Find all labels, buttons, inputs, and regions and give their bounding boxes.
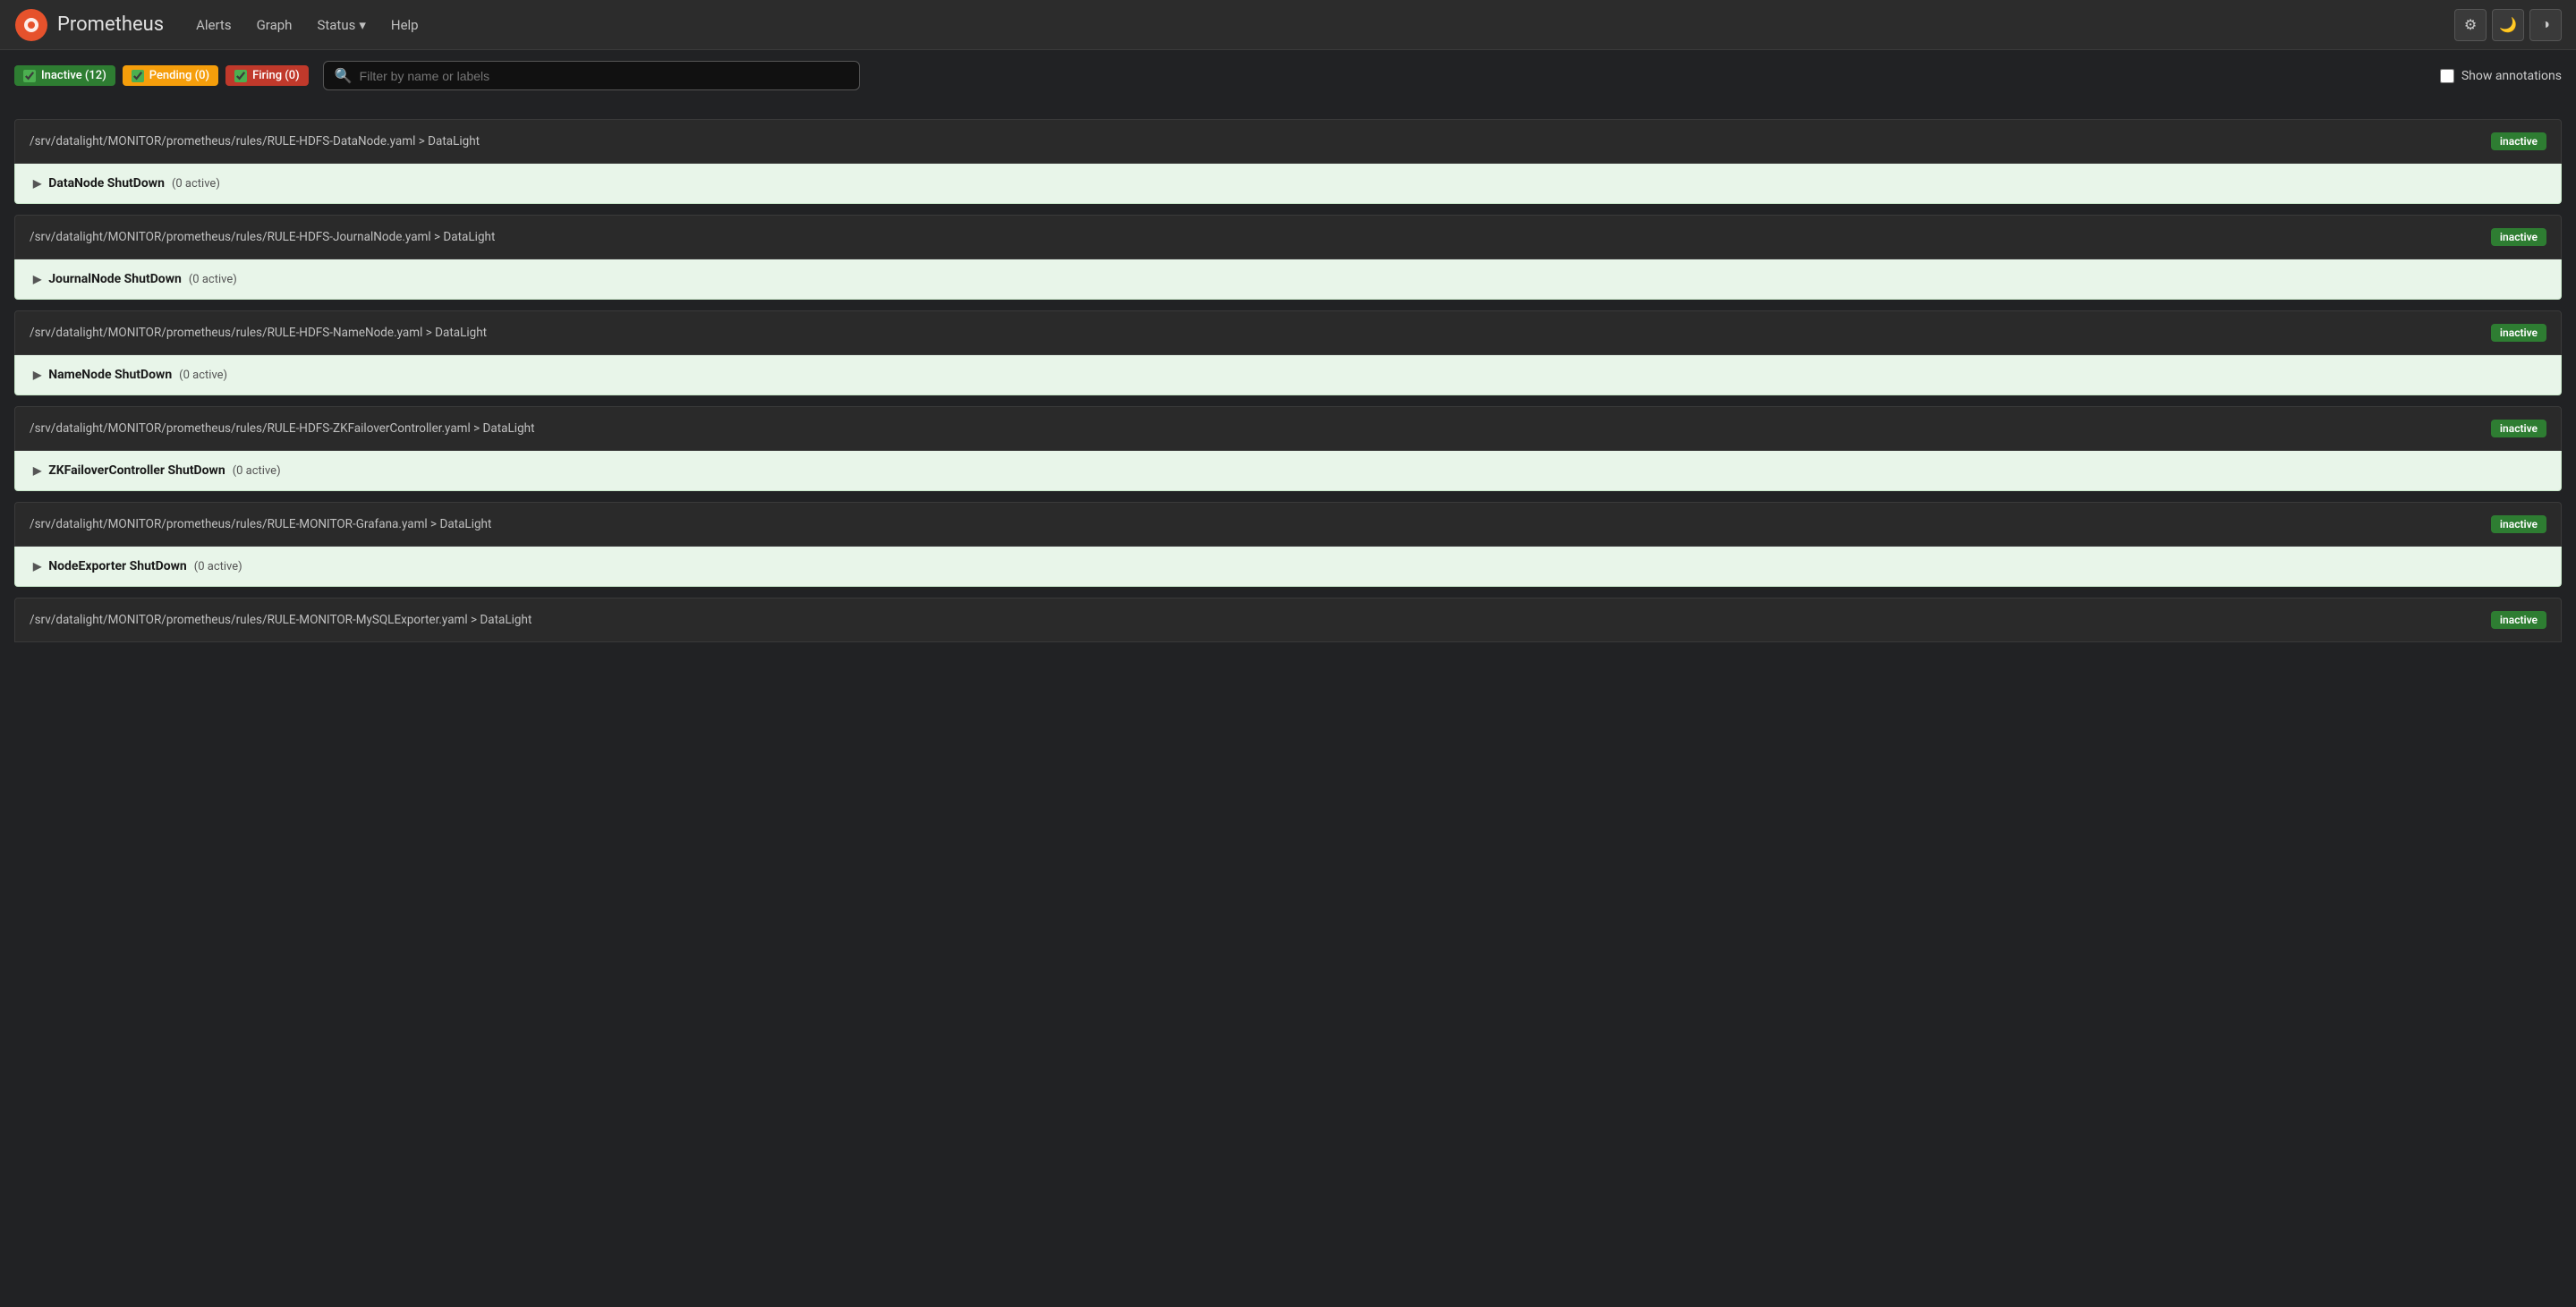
firing-filter-badge[interactable]: Firing (0) (225, 65, 309, 86)
rule-name: JournalNode ShutDown (48, 272, 182, 286)
navbar: Prometheus Alerts Graph Status ▾ Help ⚙ … (0, 0, 2576, 50)
status-badge: inactive (2491, 228, 2546, 246)
brand: Prometheus (14, 8, 164, 42)
pending-badge-label: Pending (0) (149, 69, 209, 82)
pending-filter-badge[interactable]: Pending (0) (123, 65, 218, 86)
rule-row-r5[interactable]: ▶ NodeExporter ShutDown (0 active) (14, 547, 2562, 587)
rule-group-path: /srv/datalight/MONITOR/prometheus/rules/… (30, 517, 491, 531)
firing-checkbox[interactable] (234, 70, 247, 82)
content: /srv/datalight/MONITOR/prometheus/rules/… (0, 101, 2576, 653)
nav-graph[interactable]: Graph (246, 10, 303, 40)
rule-group-header-rg1: /srv/datalight/MONITOR/prometheus/rules/… (14, 119, 2562, 164)
chevron-down-icon: ▾ (359, 17, 366, 33)
gear-icon: ⚙ (2464, 16, 2477, 34)
toolbar: Inactive (12) Pending (0) Firing (0) 🔍 S… (0, 50, 2576, 101)
chevron-right-icon: ▶ (33, 560, 41, 573)
chevron-right-icon: ▶ (33, 177, 41, 190)
prometheus-logo-icon (14, 8, 48, 42)
status-badge: inactive (2491, 515, 2546, 533)
settings-button[interactable]: ⚙ (2454, 9, 2487, 41)
contrast-icon: ◑ (2541, 17, 2550, 33)
rule-row-r3[interactable]: ▶ NameNode ShutDown (0 active) (14, 355, 2562, 395)
rule-group-header-rg5: /srv/datalight/MONITOR/prometheus/rules/… (14, 502, 2562, 547)
status-badge: inactive (2491, 324, 2546, 342)
rule-group-path: /srv/datalight/MONITOR/prometheus/rules/… (30, 613, 531, 627)
rule-active-count: (0 active) (179, 369, 227, 382)
rule-group-header-rg2: /srv/datalight/MONITOR/prometheus/rules/… (14, 215, 2562, 259)
chevron-right-icon: ▶ (33, 464, 41, 477)
rule-active-count: (0 active) (172, 177, 220, 191)
annotations-label: Show annotations (2461, 69, 2562, 83)
rule-group-path: /srv/datalight/MONITOR/prometheus/rules/… (30, 421, 535, 436)
pending-checkbox[interactable] (132, 70, 144, 82)
search-icon: 🔍 (335, 67, 353, 84)
filter-badges: Inactive (12) Pending (0) Firing (0) (14, 65, 309, 86)
status-badge: inactive (2491, 611, 2546, 629)
inactive-badge-label: Inactive (12) (41, 69, 106, 82)
rule-active-count: (0 active) (194, 560, 242, 573)
rule-name: DataNode ShutDown (48, 176, 165, 191)
nav-links: Alerts Graph Status ▾ Help (185, 10, 2454, 40)
nav-status-dropdown[interactable]: Status ▾ (306, 10, 376, 40)
rule-row-r1[interactable]: ▶ DataNode ShutDown (0 active) (14, 164, 2562, 204)
rule-row-r2[interactable]: ▶ JournalNode ShutDown (0 active) (14, 259, 2562, 300)
chevron-right-icon: ▶ (33, 273, 41, 285)
nav-help[interactable]: Help (380, 10, 429, 40)
rule-name: ZKFailoverController ShutDown (48, 463, 225, 478)
rule-group-path: /srv/datalight/MONITOR/prometheus/rules/… (30, 134, 480, 149)
theme-moon-button[interactable]: 🌙 (2492, 9, 2524, 41)
rule-active-count: (0 active) (189, 273, 237, 286)
rule-group-header-rg6: /srv/datalight/MONITOR/prometheus/rules/… (14, 598, 2562, 642)
nav-right: ⚙ 🌙 ◑ (2454, 9, 2562, 41)
annotations-checkbox[interactable] (2440, 69, 2454, 83)
status-badge: inactive (2491, 132, 2546, 150)
theme-contrast-button[interactable]: ◑ (2529, 9, 2562, 41)
inactive-checkbox[interactable] (23, 70, 36, 82)
show-annotations-control: Show annotations (2440, 69, 2562, 83)
rule-row-r4[interactable]: ▶ ZKFailoverController ShutDown (0 activ… (14, 451, 2562, 491)
search-input[interactable] (360, 69, 848, 83)
nav-alerts[interactable]: Alerts (185, 10, 242, 40)
brand-title: Prometheus (57, 13, 164, 36)
rule-active-count: (0 active) (233, 464, 281, 478)
status-badge: inactive (2491, 420, 2546, 437)
search-container: 🔍 (323, 61, 860, 90)
rule-group-path: /srv/datalight/MONITOR/prometheus/rules/… (30, 230, 495, 244)
chevron-right-icon: ▶ (33, 369, 41, 381)
rule-name: NameNode ShutDown (48, 368, 172, 382)
rule-group-path: /srv/datalight/MONITOR/prometheus/rules/… (30, 326, 487, 340)
firing-badge-label: Firing (0) (252, 69, 300, 82)
rule-group-header-rg4: /srv/datalight/MONITOR/prometheus/rules/… (14, 406, 2562, 451)
inactive-filter-badge[interactable]: Inactive (12) (14, 65, 115, 86)
moon-icon: 🌙 (2499, 16, 2517, 34)
rule-group-header-rg3: /srv/datalight/MONITOR/prometheus/rules/… (14, 310, 2562, 355)
rule-name: NodeExporter ShutDown (48, 559, 187, 573)
